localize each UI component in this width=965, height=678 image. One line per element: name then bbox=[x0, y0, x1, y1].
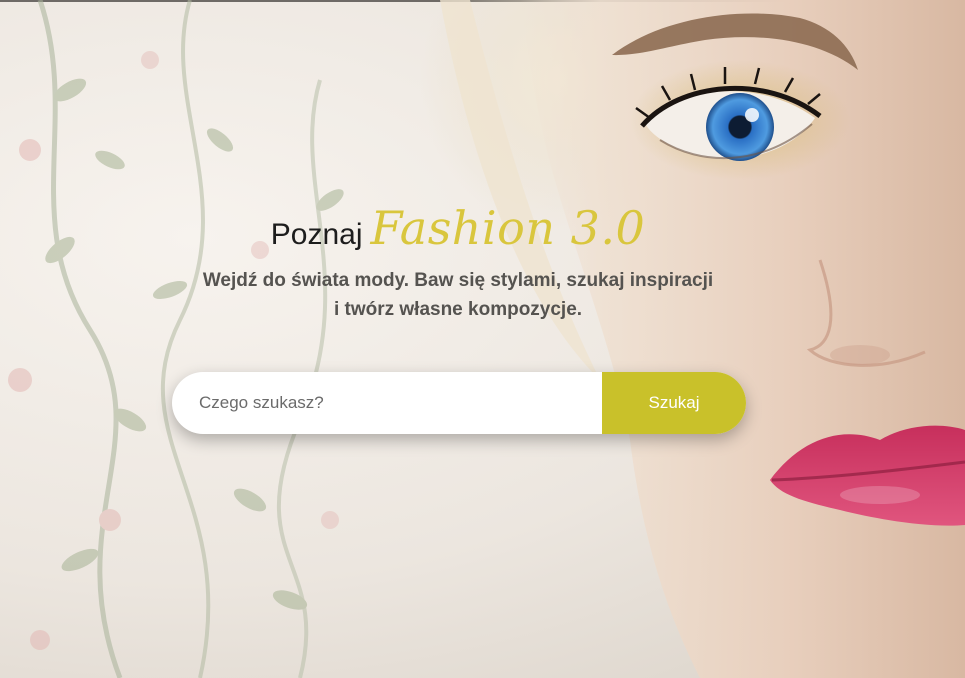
headline-lead: Poznaj bbox=[270, 218, 363, 251]
floral-wallpaper bbox=[8, 0, 344, 678]
subtitle-line-1: Wejdź do świata mody. Baw się stylami, s… bbox=[202, 270, 714, 291]
hero-headline: Poznaj Fashion 3.0 bbox=[0, 188, 916, 268]
hero-banner bbox=[0, 0, 965, 678]
hero-subtitle: Wejdź do świata mody. Baw się stylami, s… bbox=[0, 266, 916, 324]
search-button[interactable]: Szukaj bbox=[602, 372, 746, 434]
search-input[interactable] bbox=[172, 372, 602, 434]
hero-background-photo bbox=[8, 0, 965, 678]
headline-accent: Fashion 3.0 bbox=[370, 201, 646, 255]
search-form: Szukaj bbox=[172, 372, 746, 434]
subtitle-line-2: i twórz własne kompozycje. bbox=[333, 299, 583, 320]
